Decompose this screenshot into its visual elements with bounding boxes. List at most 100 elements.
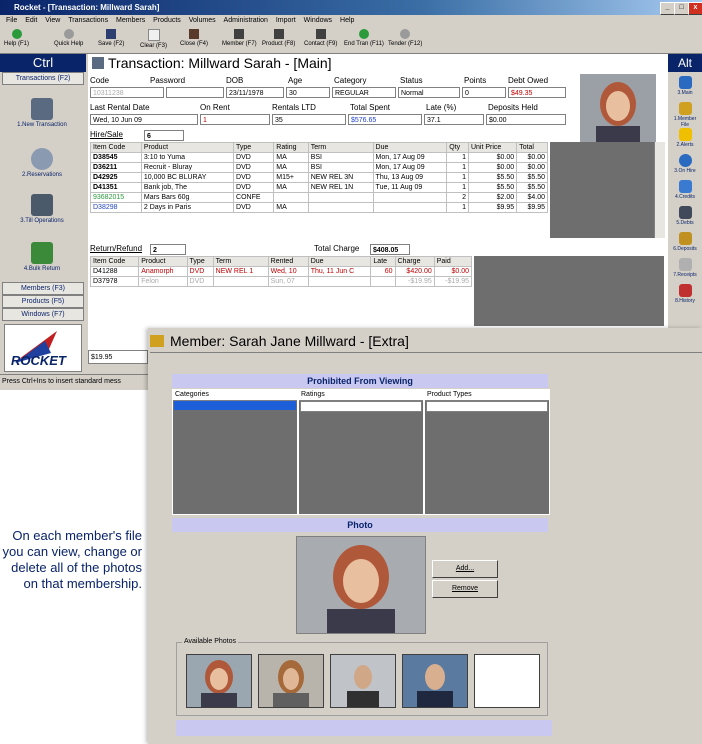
- col-term[interactable]: Term: [307, 142, 374, 153]
- col-qty[interactable]: Qty: [446, 142, 469, 153]
- code-field[interactable]: 10311238: [90, 87, 164, 98]
- credits-button[interactable]: 4.Credits: [670, 180, 700, 200]
- ratings-input-row[interactable]: [300, 401, 422, 412]
- password-field[interactable]: [166, 87, 224, 98]
- menu-edit[interactable]: Edit: [25, 17, 37, 24]
- col-product[interactable]: Product: [138, 256, 188, 267]
- empty-photo-slot[interactable]: [474, 654, 540, 708]
- menu-members[interactable]: Members: [116, 17, 145, 24]
- col-late[interactable]: Late: [370, 256, 396, 267]
- table-row[interactable]: D37978 Felon DVD Sun, 07 -$19.95 -$19.95: [89, 276, 473, 287]
- save-button[interactable]: Save (F2): [98, 29, 124, 47]
- product-types-input-row[interactable]: [426, 401, 548, 412]
- cell-product: Bank job, The: [140, 182, 235, 193]
- menu-file[interactable]: File: [6, 17, 17, 24]
- remove-photo-button[interactable]: Remove: [432, 580, 498, 598]
- tender-button[interactable]: Tender (F12): [388, 29, 422, 47]
- table-row[interactable]: D41351 Bank job, The DVD MA NEW REL 1N Tue, 1…: [90, 182, 548, 193]
- photo-thumbnail[interactable]: [258, 654, 324, 708]
- clear-button[interactable]: Clear (F3): [140, 29, 167, 49]
- member-file-button[interactable]: 1.Member File: [670, 102, 700, 128]
- cell-qty: 1: [446, 172, 469, 183]
- new-transaction-button[interactable]: 1.New Transaction: [4, 98, 80, 128]
- table-row[interactable]: D38298 2 Days in Paris DVD MA 1 $9.95 $9.95: [90, 202, 548, 213]
- table-row[interactable]: D42925 10,000 BC BLURAY DVD M15+ NEW REL 3N T…: [90, 172, 548, 183]
- end-tran-icon: [358, 29, 369, 39]
- col-rating[interactable]: Rating: [273, 142, 309, 153]
- receipts-button[interactable]: 7.Receipts: [670, 258, 700, 278]
- col-paid[interactable]: Paid: [433, 256, 473, 267]
- help-button[interactable]: Help (F1): [4, 29, 29, 47]
- table-row[interactable]: 93682015 Mars Bars 60g CONFE 2 $2.00 $4.00: [90, 192, 548, 203]
- member-button[interactable]: Member (F7): [222, 29, 257, 47]
- debts-button[interactable]: 5.Debts: [670, 206, 700, 226]
- menu-products[interactable]: Products: [153, 17, 181, 24]
- col-due[interactable]: Due: [307, 256, 372, 267]
- menu-volumes[interactable]: Volumes: [189, 17, 216, 24]
- on-hire-icon: [678, 154, 692, 167]
- col-term[interactable]: Term: [212, 256, 269, 267]
- add-photo-button[interactable]: Add...: [432, 560, 498, 578]
- contact-button[interactable]: Contact (F9): [304, 29, 337, 47]
- col-product[interactable]: Product: [140, 142, 235, 153]
- photo-thumbnail[interactable]: [402, 654, 468, 708]
- col-item-code[interactable]: Item Code: [89, 256, 140, 267]
- transaction-title-bar: Transaction: Millward Sarah - [Main]: [88, 54, 668, 72]
- col-type[interactable]: Type: [186, 256, 214, 267]
- cell-qty: 1: [446, 182, 469, 193]
- till-operations-button[interactable]: 3.Till Operations: [4, 194, 80, 224]
- col-type[interactable]: Type: [233, 142, 275, 153]
- ctrl-header: Ctrl: [0, 54, 86, 72]
- tab-windows[interactable]: Windows (F7): [2, 308, 84, 321]
- menu-windows[interactable]: Windows: [304, 17, 332, 24]
- tab-transactions[interactable]: Transactions (F2): [2, 72, 84, 85]
- menu-help[interactable]: Help: [340, 17, 354, 24]
- deposits-button[interactable]: 6.Deposits: [670, 232, 700, 252]
- cell-term: [212, 276, 269, 287]
- col-rented[interactable]: Rented: [267, 256, 309, 267]
- main-button[interactable]: 3.Main: [670, 76, 700, 96]
- tab-products[interactable]: Products (F5): [2, 295, 84, 308]
- ratings-list[interactable]: Ratings: [298, 389, 424, 515]
- table-row[interactable]: D38545 3:10 to Yuma DVD MA BSI Mon, 17 Aug 09…: [90, 152, 548, 163]
- history-button[interactable]: 8.History: [670, 284, 700, 304]
- clock-icon: [31, 148, 53, 170]
- age-field: 30: [286, 87, 330, 98]
- product-button[interactable]: Product (F8): [262, 29, 295, 47]
- table-row[interactable]: D41288 Anamorph DVD NEW REL 1 Wed, 10 Thu, 11…: [89, 266, 473, 277]
- menu-view[interactable]: View: [45, 17, 60, 24]
- col-due[interactable]: Due: [372, 142, 448, 153]
- tab-members[interactable]: Members (F3): [2, 282, 84, 295]
- cell-qty: 1: [446, 162, 469, 173]
- col-total[interactable]: Total: [516, 142, 548, 153]
- product-types-list[interactable]: Product Types: [424, 389, 550, 515]
- debt-owed-field: $49.35: [508, 87, 566, 98]
- col-charge[interactable]: Charge: [394, 256, 435, 267]
- reservations-button[interactable]: 2.Reservations: [4, 148, 80, 178]
- table-row[interactable]: D36211 Recruit - Bluray DVD MA BSI Mon, 17 Au…: [90, 162, 548, 173]
- total-spent-field: $576.65: [348, 114, 422, 125]
- col-item-code[interactable]: Item Code: [90, 142, 142, 153]
- on-hire-button[interactable]: 3.On Hire: [670, 154, 700, 174]
- cart-icon: [92, 57, 104, 69]
- maximize-icon[interactable]: □: [674, 2, 689, 15]
- menu-transactions[interactable]: Transactions: [68, 17, 108, 24]
- photo-thumbnail[interactable]: [186, 654, 252, 708]
- end-tran-button[interactable]: End Tran (F11): [344, 29, 384, 47]
- alerts-button[interactable]: 2.Alerts: [670, 128, 700, 148]
- bulk-return-button[interactable]: 4.Bulk Return: [4, 242, 80, 272]
- status-field[interactable]: Normal: [398, 87, 460, 98]
- minimize-icon[interactable]: _: [660, 2, 675, 15]
- col-unit-price[interactable]: Unit Price: [467, 142, 518, 153]
- hire-table-scrollbar[interactable]: [654, 142, 665, 238]
- category-field[interactable]: REGULAR: [332, 87, 396, 98]
- quick-help-button[interactable]: Quick Help: [54, 29, 83, 47]
- menu-administration[interactable]: Administration: [224, 17, 268, 24]
- dob-field[interactable]: 23/11/1978: [226, 87, 284, 98]
- close-icon[interactable]: x: [688, 2, 702, 15]
- categories-selected-row[interactable]: [174, 401, 296, 410]
- menu-import[interactable]: Import: [276, 17, 296, 24]
- close-button[interactable]: Close (F4): [180, 29, 208, 47]
- categories-list[interactable]: Categories: [172, 389, 298, 515]
- photo-thumbnail[interactable]: [330, 654, 396, 708]
